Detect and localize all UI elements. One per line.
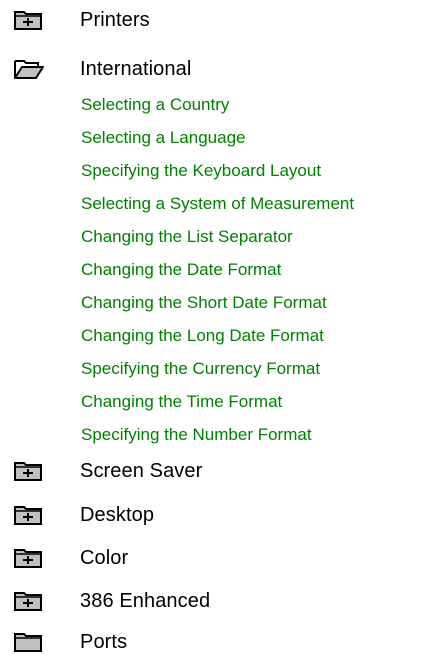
closed-folder-icon xyxy=(14,631,44,653)
tree-node-printers[interactable]: Printers xyxy=(14,2,150,38)
tree-node-label: Printers xyxy=(80,8,150,31)
tree-node-label: International xyxy=(80,57,192,80)
topic-link[interactable]: Changing the Short Date Format xyxy=(81,290,327,316)
topic-link[interactable]: Changing the Date Format xyxy=(81,257,281,283)
tree-node-label: Screen Saver xyxy=(80,459,203,482)
open-folder-icon xyxy=(14,58,44,80)
topic-link[interactable]: Selecting a System of Measurement xyxy=(81,191,354,217)
topic-link[interactable]: Changing the List Separator xyxy=(81,224,293,250)
topic-link[interactable]: Changing the Time Format xyxy=(81,389,282,415)
closed-folder-plus-icon xyxy=(14,547,44,569)
tree-node-label: Color xyxy=(80,546,129,569)
topic-link[interactable]: Specifying the Currency Format xyxy=(81,356,320,382)
tree-node-screen-saver[interactable]: Screen Saver xyxy=(14,453,202,489)
tree-node-386-enhanced[interactable]: 386 Enhanced xyxy=(14,583,210,619)
tree-node-ports[interactable]: Ports xyxy=(14,624,127,660)
tree-node-desktop[interactable]: Desktop xyxy=(14,497,154,533)
closed-folder-plus-icon xyxy=(14,590,44,612)
help-contents-tree: Printers International Selecting a Count… xyxy=(0,0,421,660)
topic-link[interactable]: Selecting a Country xyxy=(81,92,229,118)
tree-node-label: 386 Enhanced xyxy=(80,589,211,612)
topic-link[interactable]: Selecting a Language xyxy=(81,125,245,151)
closed-folder-plus-icon xyxy=(14,504,44,526)
closed-folder-plus-icon xyxy=(14,9,44,31)
tree-node-label: Desktop xyxy=(80,503,155,526)
topic-link[interactable]: Changing the Long Date Format xyxy=(81,323,324,349)
topic-link[interactable]: Specifying the Keyboard Layout xyxy=(81,158,321,184)
tree-node-label: Ports xyxy=(80,630,128,653)
closed-folder-plus-icon xyxy=(14,460,44,482)
tree-node-color[interactable]: Color xyxy=(14,540,128,576)
tree-node-international[interactable]: International xyxy=(14,51,191,87)
topic-link[interactable]: Specifying the Number Format xyxy=(81,422,312,448)
